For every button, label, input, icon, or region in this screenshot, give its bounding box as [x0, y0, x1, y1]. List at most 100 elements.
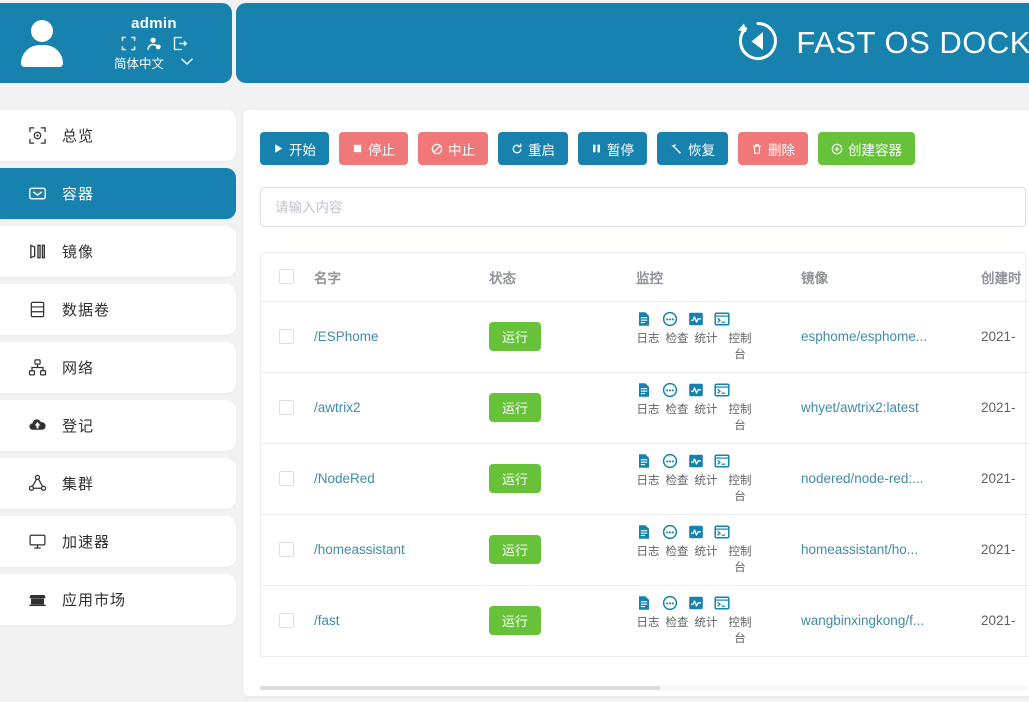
log-document-icon[interactable] [636, 453, 652, 469]
log-document-icon[interactable] [636, 382, 652, 398]
container-name-link[interactable]: /fast [314, 613, 340, 628]
sidebar-item-cluster[interactable]: 集群 [0, 458, 236, 509]
image-cell[interactable]: esphome/esphome... [800, 301, 980, 373]
log-document-icon[interactable] [636, 595, 652, 611]
log-document-icon[interactable] [636, 524, 652, 540]
table-body: /ESPhome 运行 日志 检查 统计 控制台 esphome/esphome... 202… [261, 301, 1029, 657]
row-select-cell [261, 372, 313, 444]
image-cell[interactable]: homeassistant/ho... [800, 514, 980, 586]
image-cell[interactable]: whyet/awtrix2:latest [800, 372, 980, 444]
stop-button[interactable]: 停止 [339, 132, 408, 165]
app-market-icon [28, 590, 62, 609]
image-cell[interactable]: nodered/node-red:... [800, 443, 980, 515]
inspect-dots-icon[interactable] [662, 453, 678, 469]
created-date: 2021- [981, 542, 1016, 557]
button-label: 重启 [528, 142, 555, 158]
console-terminal-icon[interactable] [714, 382, 730, 398]
monitor-icons [636, 524, 799, 540]
sidebar-item-container[interactable]: 容器 [0, 168, 236, 219]
column-header-monitor[interactable]: 监控 [635, 253, 800, 302]
row-checkbox[interactable] [279, 329, 294, 344]
trash-icon [751, 143, 763, 155]
sidebar-item-image[interactable]: 镜像 [0, 226, 236, 277]
image-link[interactable]: homeassistant/ho... [801, 542, 918, 557]
scrollbar-thumb[interactable] [260, 686, 660, 690]
row-select-cell [261, 585, 313, 657]
select-all-checkbox[interactable] [279, 269, 294, 285]
monitor-action-label: 日志 [636, 475, 660, 487]
console-terminal-icon[interactable] [714, 524, 730, 540]
registry-cloud-icon [28, 416, 62, 435]
language-selector[interactable]: 简体中文 [84, 53, 224, 72]
network-icon [28, 358, 62, 377]
container-state-cell: 运行 [488, 372, 635, 444]
search-input[interactable] [260, 187, 1026, 227]
console-terminal-icon[interactable] [714, 453, 730, 469]
row-checkbox[interactable] [279, 400, 294, 415]
resume-button[interactable]: 恢复 [657, 132, 728, 165]
container-name-cell[interactable]: /fast [313, 585, 488, 657]
created-cell: 2021- [980, 372, 1029, 444]
horizontal-scrollbar[interactable] [243, 684, 1029, 692]
fastos-logo-icon [736, 19, 780, 68]
row-checkbox[interactable] [279, 613, 294, 628]
overview-icon [28, 126, 62, 145]
start-button[interactable]: 开始 [260, 132, 329, 165]
container-name-link[interactable]: /awtrix2 [314, 400, 361, 415]
container-name-cell[interactable]: /ESPhome [313, 301, 488, 373]
container-name-cell[interactable]: /NodeRed [313, 443, 488, 515]
container-name-link[interactable]: /ESPhome [314, 329, 379, 344]
button-label: 停止 [368, 142, 395, 158]
fullscreen-icon[interactable] [121, 36, 136, 51]
console-terminal-icon[interactable] [714, 311, 730, 327]
image-link[interactable]: nodered/node-red:... [801, 471, 923, 486]
user-settings-icon[interactable] [146, 36, 162, 51]
image-link[interactable]: whyet/awtrix2:latest [801, 400, 919, 415]
sidebar-item-volume[interactable]: 数据卷 [0, 284, 236, 335]
stats-chart-icon[interactable] [688, 382, 704, 398]
sidebar-item-app-market[interactable]: 应用市场 [0, 574, 236, 625]
restart-button[interactable]: 重启 [498, 132, 568, 165]
inspect-dots-icon[interactable] [662, 595, 678, 611]
delete-button[interactable]: 删除 [738, 132, 808, 165]
container-state-cell: 运行 [488, 443, 635, 515]
container-name-cell[interactable]: /awtrix2 [313, 372, 488, 444]
table-header-row: 名字 状态 监控 镜像 创建时 [261, 253, 1029, 302]
sidebar-item-label: 集群 [62, 476, 95, 493]
log-document-icon[interactable] [636, 311, 652, 327]
inspect-dots-icon[interactable] [662, 311, 678, 327]
volume-icon [28, 300, 62, 319]
stats-chart-icon[interactable] [688, 595, 704, 611]
status-badge: 运行 [489, 393, 542, 422]
logout-icon[interactable] [173, 36, 188, 51]
kill-button[interactable]: 中止 [418, 132, 488, 165]
inspect-dots-icon[interactable] [662, 524, 678, 540]
stats-chart-icon[interactable] [688, 453, 704, 469]
column-header-created[interactable]: 创建时 [980, 253, 1029, 302]
image-link[interactable]: wangbinxingkong/f... [801, 613, 924, 628]
inspect-dots-icon[interactable] [662, 382, 678, 398]
container-name-link[interactable]: /NodeRed [314, 471, 375, 486]
sidebar-item-label: 网络 [62, 360, 95, 377]
sidebar-item-accelerator[interactable]: 加速器 [0, 516, 236, 567]
create-container-button[interactable]: 创建容器 [818, 132, 915, 165]
column-header-image[interactable]: 镜像 [800, 253, 980, 302]
pause-button[interactable]: 暂停 [578, 132, 647, 165]
row-checkbox[interactable] [279, 471, 294, 486]
container-name-cell[interactable]: /homeassistant [313, 514, 488, 586]
sidebar-item-overview[interactable]: 总览 [0, 110, 236, 161]
console-terminal-icon[interactable] [714, 595, 730, 611]
column-header-state[interactable]: 状态 [488, 253, 635, 302]
created-cell: 2021- [980, 585, 1029, 657]
container-icon [28, 184, 62, 203]
row-checkbox[interactable] [279, 542, 294, 557]
stats-chart-icon[interactable] [688, 524, 704, 540]
image-cell[interactable]: wangbinxingkong/f... [800, 585, 980, 657]
column-header-name[interactable]: 名字 [313, 253, 488, 302]
sidebar-item-network[interactable]: 网络 [0, 342, 236, 393]
image-link[interactable]: esphome/esphome... [801, 329, 927, 344]
stats-chart-icon[interactable] [688, 311, 704, 327]
status-badge: 运行 [489, 535, 542, 564]
container-name-link[interactable]: /homeassistant [314, 542, 405, 557]
sidebar-item-registry[interactable]: 登记 [0, 400, 236, 451]
